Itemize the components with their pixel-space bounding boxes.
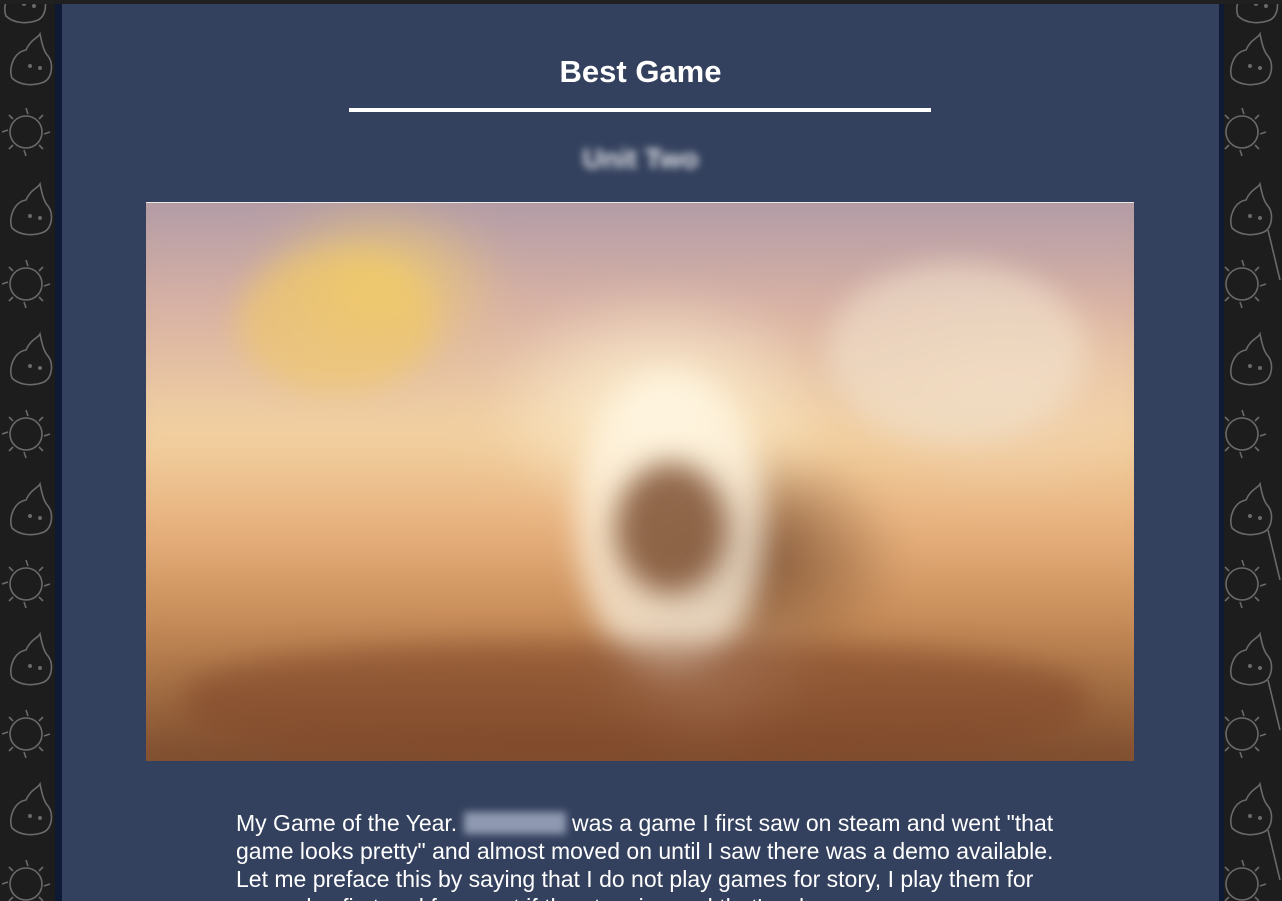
hero-sky-light (826, 263, 1086, 443)
title-divider (349, 108, 931, 112)
post-body: My Game of the Year. was a game I first … (236, 809, 1056, 901)
pattern-icons (1, 0, 53, 901)
post-author-blurred: Unit Two (582, 143, 699, 174)
top-strip (0, 0, 1282, 4)
post-panel: Best Game Unit Two My Game of the Year. … (62, 4, 1219, 901)
content-frame: Best Game Unit Two My Game of the Year. … (55, 0, 1224, 901)
page: Best Game Unit Two My Game of the Year. … (0, 0, 1282, 901)
post-title: Best Game (559, 54, 722, 89)
hero-figure-dark (616, 463, 726, 593)
body-intro: My Game of the Year. (236, 810, 464, 836)
game-artwork-image (146, 202, 1134, 761)
right-pattern-background (1224, 0, 1282, 901)
game-name-blurred (463, 812, 566, 834)
pattern-icons (1224, 0, 1281, 901)
hero-left-sun (236, 253, 436, 393)
hero-ground (186, 643, 1086, 761)
left-pattern-background (0, 0, 55, 901)
